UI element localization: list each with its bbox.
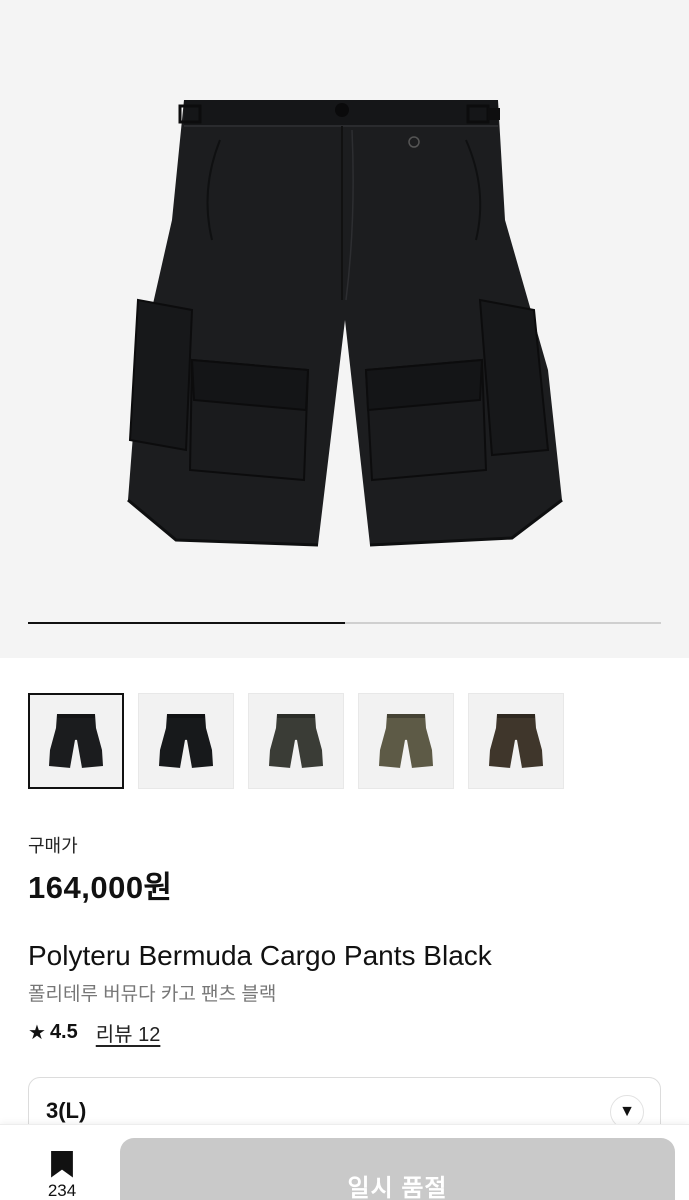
bookmark-button[interactable]: 234 bbox=[40, 1151, 84, 1200]
gallery-progress-fill bbox=[28, 622, 345, 624]
thumbnail-2[interactable] bbox=[138, 693, 234, 789]
size-select-value: 3(L) bbox=[46, 1098, 87, 1123]
thumbnail-shorts-image bbox=[269, 714, 323, 769]
thumbnail-shorts-image bbox=[379, 714, 433, 769]
price-value: 164,000원 bbox=[28, 870, 173, 905]
bottom-action-bar: 234 일시 품절 bbox=[0, 1124, 689, 1200]
thumbnail-3[interactable] bbox=[248, 693, 344, 789]
thumbnail-5[interactable] bbox=[468, 693, 564, 789]
price-label: 구매가 bbox=[28, 836, 78, 856]
product-title: Polyteru Bermuda Cargo Pants Black bbox=[28, 940, 492, 971]
sold-out-button-label: 일시 품절 bbox=[347, 1175, 448, 1200]
bookmark-count: 234 bbox=[47, 1181, 77, 1200]
rating-row: ★ 4.5 리뷰 12 bbox=[28, 1018, 160, 1047]
rating-value: 4.5 bbox=[49, 1021, 78, 1043]
thumbnail-shorts-image bbox=[489, 714, 543, 769]
thumbnail-4[interactable] bbox=[358, 693, 454, 789]
thumbnail-1[interactable] bbox=[28, 693, 124, 789]
gallery-progress-track bbox=[28, 622, 661, 624]
product-subtitle: 폴리테루 버뮤다 카고 팬츠 블랙 bbox=[28, 984, 277, 1005]
product-image-gallery[interactable] bbox=[0, 0, 689, 658]
sold-out-button[interactable]: 일시 품절 bbox=[120, 1138, 675, 1200]
review-link[interactable]: 리뷰 12 bbox=[96, 1018, 161, 1047]
triangle-down-icon: ▼ bbox=[619, 1103, 635, 1120]
thumbnail-strip bbox=[28, 693, 564, 789]
product-image bbox=[127, 100, 563, 547]
star-icon: ★ bbox=[28, 1022, 46, 1044]
thumbnail-shorts-image bbox=[49, 714, 103, 769]
thumbnail-shorts-image bbox=[159, 714, 213, 769]
bookmark-icon bbox=[51, 1151, 73, 1178]
